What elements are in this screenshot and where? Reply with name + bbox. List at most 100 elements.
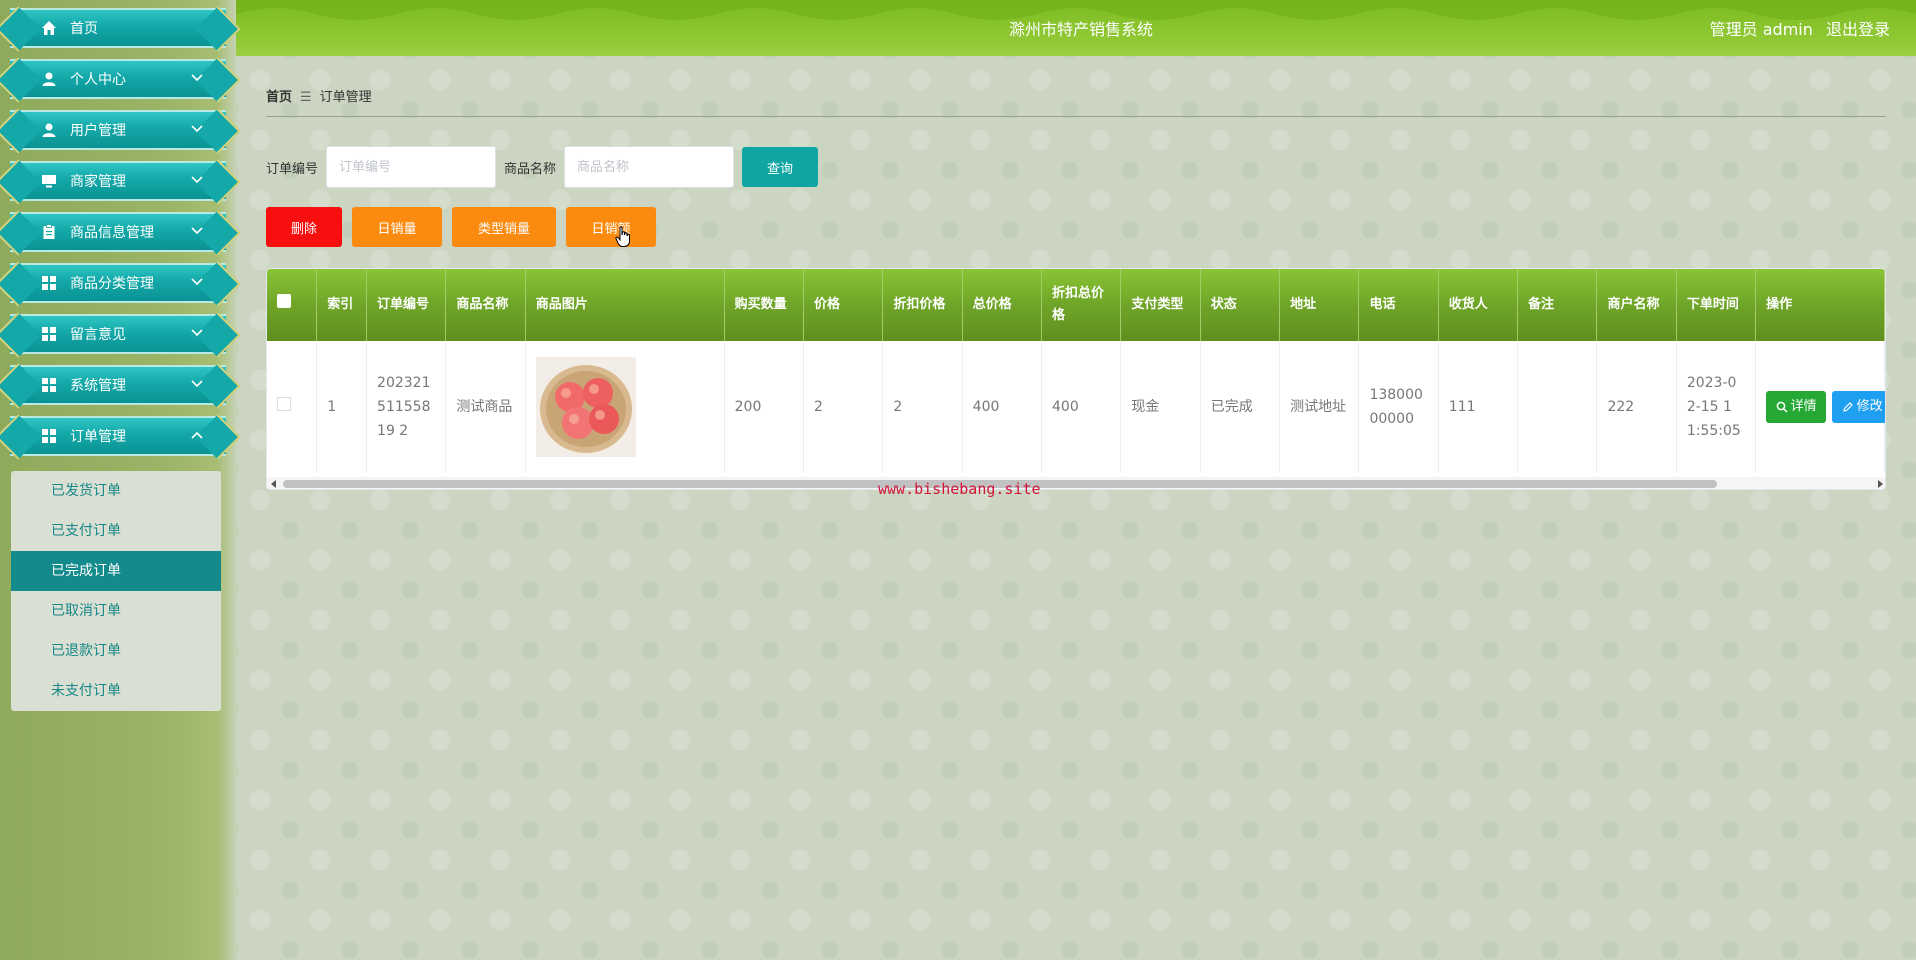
column-header[interactable]: 支付类型 <box>1120 269 1201 341</box>
chevron-down-icon <box>190 71 204 85</box>
product-name-input[interactable] <box>564 146 735 188</box>
cell-index: 1 <box>316 341 368 473</box>
column-header[interactable]: 订单编号 <box>366 269 447 341</box>
submenu-completed-orders[interactable]: 已完成订单 <box>11 551 221 591</box>
cell-phone: 13800000000 <box>1358 341 1439 473</box>
column-header[interactable]: 索引 <box>316 269 368 341</box>
sidebar: 首页 个人中心 用户管理 商家管理 商品信息管理 商品分类管理 留言意见 系统管… <box>0 0 236 960</box>
column-header[interactable]: 地址 <box>1279 269 1360 341</box>
watermark-text: www.bishebang.site <box>878 480 1041 498</box>
search-bar: 订单编号 商品名称 查询 <box>266 146 819 188</box>
chevron-down-icon <box>190 377 204 391</box>
cell-discount-price: 2 <box>882 341 963 473</box>
breadcrumb-home[interactable]: 首页 <box>266 90 292 105</box>
detail-button[interactable]: 详情 <box>1766 391 1827 423</box>
sidebar-item-system[interactable]: 系统管理 <box>10 365 226 405</box>
cell-order-no: 20232151155819 2 <box>366 341 447 473</box>
horizontal-scrollbar[interactable] <box>267 477 1885 489</box>
breadcrumb-divider <box>266 116 1886 117</box>
user-icon <box>40 121 58 139</box>
cell-order-time: 2023-02-15 11:55:05 <box>1676 341 1757 473</box>
submenu-unpaid-orders[interactable]: 未支付订单 <box>11 671 221 711</box>
cell-price: 2 <box>803 341 884 473</box>
cell-total-price: 400 <box>962 341 1043 473</box>
cell-pay-type: 现金 <box>1120 341 1201 473</box>
sidebar-item-products[interactable]: 商品信息管理 <box>10 212 226 252</box>
column-header[interactable]: 商品图片 <box>525 269 725 341</box>
edit-button[interactable]: 修改 <box>1832 391 1885 423</box>
submenu-paid-orders[interactable]: 已支付订单 <box>11 511 221 551</box>
submenu-refunded-orders[interactable]: 已退款订单 <box>11 631 221 671</box>
detail-button-label: 详情 <box>1790 399 1817 414</box>
grid-icon <box>40 274 58 292</box>
search-icon <box>1776 401 1788 413</box>
sidebar-item-merchants[interactable]: 商家管理 <box>10 161 226 201</box>
user-info: 管理员 admin 退出登录 <box>1702 16 1890 40</box>
sidebar-item-categories[interactable]: 商品分类管理 <box>10 263 226 303</box>
chevron-down-icon <box>190 275 204 289</box>
column-header[interactable]: 商户名称 <box>1596 269 1677 341</box>
hand-pointer-cursor-icon <box>615 226 630 247</box>
chevron-up-icon <box>190 428 204 442</box>
column-header[interactable]: 折扣总价格 <box>1041 269 1122 341</box>
breadcrumb-current: 订单管理 <box>319 90 372 105</box>
sidebar-item-messages[interactable]: 留言意见 <box>10 314 226 354</box>
sidebar-item-orders[interactable]: 订单管理 <box>10 416 226 456</box>
column-header[interactable]: 备注 <box>1517 269 1598 341</box>
chevron-down-icon <box>190 122 204 136</box>
submenu-cancelled-orders[interactable]: 已取消订单 <box>11 591 221 631</box>
query-button[interactable]: 查询 <box>742 147 819 187</box>
sidebar-item-users[interactable]: 用户管理 <box>10 110 226 150</box>
chevron-down-icon <box>190 173 204 187</box>
sidebar-item-profile[interactable]: 个人中心 <box>10 59 226 99</box>
cell-receiver: 111 <box>1438 341 1519 473</box>
column-header: 操作 <box>1755 269 1885 341</box>
breadcrumb-separator: ☰ <box>300 90 312 105</box>
edit-icon <box>1842 402 1853 412</box>
column-header[interactable]: 下单时间 <box>1676 269 1757 341</box>
order-no-input[interactable] <box>326 146 497 188</box>
logout-link[interactable]: 退出登录 <box>1826 20 1890 39</box>
column-header[interactable]: 收货人 <box>1438 269 1519 341</box>
daily-sales-button[interactable]: 日销量 <box>352 207 442 247</box>
orders-table: 索引 订单编号 商品名称 商品图片 购买数量 价格 折扣价格 总价格 折扣总价格… <box>266 268 1886 490</box>
sidebar-item-home[interactable]: 首页 <box>10 8 226 48</box>
peach-product-image[interactable] <box>535 357 636 457</box>
daily-revenue-button[interactable]: 日销额 <box>566 207 656 247</box>
scroll-left-arrow[interactable] <box>271 480 276 488</box>
cell-remark <box>1517 341 1598 473</box>
order-no-label: 订单编号 <box>266 161 319 177</box>
grid-icon <box>40 427 58 445</box>
select-all-checkbox[interactable] <box>277 294 291 308</box>
clipboard-icon <box>40 223 58 241</box>
submenu-shipped-orders[interactable]: 已发货订单 <box>11 471 221 511</box>
column-header[interactable]: 购买数量 <box>724 269 804 341</box>
action-toolbar: 删除 日销量 类型销量 日销额 <box>266 207 666 247</box>
monitor-icon <box>40 172 58 190</box>
breadcrumb: 首页 ☰ 订单管理 <box>266 86 372 105</box>
user-icon <box>40 70 58 88</box>
orders-table-grid: 索引 订单编号 商品名称 商品图片 购买数量 价格 折扣价格 总价格 折扣总价格… <box>267 269 1885 473</box>
top-header: 滁州市特产销售系统 管理员 admin 退出登录 <box>236 0 1916 56</box>
row-select-cell <box>267 341 318 473</box>
grid-icon <box>40 325 58 343</box>
type-sales-button[interactable]: 类型销量 <box>452 207 556 247</box>
cell-discount-total: 400 <box>1041 341 1122 473</box>
column-header[interactable]: 状态 <box>1200 269 1281 341</box>
grid-icon <box>40 376 58 394</box>
row-checkbox[interactable] <box>277 397 291 411</box>
system-title: 滁州市特产销售系统 <box>1008 20 1153 39</box>
cell-product-name: 测试商品 <box>445 341 526 473</box>
column-header[interactable]: 电话 <box>1358 269 1439 341</box>
column-header[interactable]: 总价格 <box>962 269 1043 341</box>
column-header[interactable]: 商品名称 <box>445 269 526 341</box>
delete-button[interactable]: 删除 <box>266 207 342 247</box>
column-header[interactable]: 价格 <box>803 269 884 341</box>
cell-quantity: 200 <box>724 341 804 473</box>
chevron-down-icon <box>190 224 204 238</box>
admin-user-label: 管理员 admin <box>1709 20 1813 39</box>
scroll-right-arrow[interactable] <box>1878 480 1883 488</box>
order-submenu: 已发货订单 已支付订单 已完成订单 已取消订单 已退款订单 未支付订单 <box>11 471 221 711</box>
edit-button-label: 修改 <box>1856 399 1883 414</box>
column-header[interactable]: 折扣价格 <box>882 269 963 341</box>
